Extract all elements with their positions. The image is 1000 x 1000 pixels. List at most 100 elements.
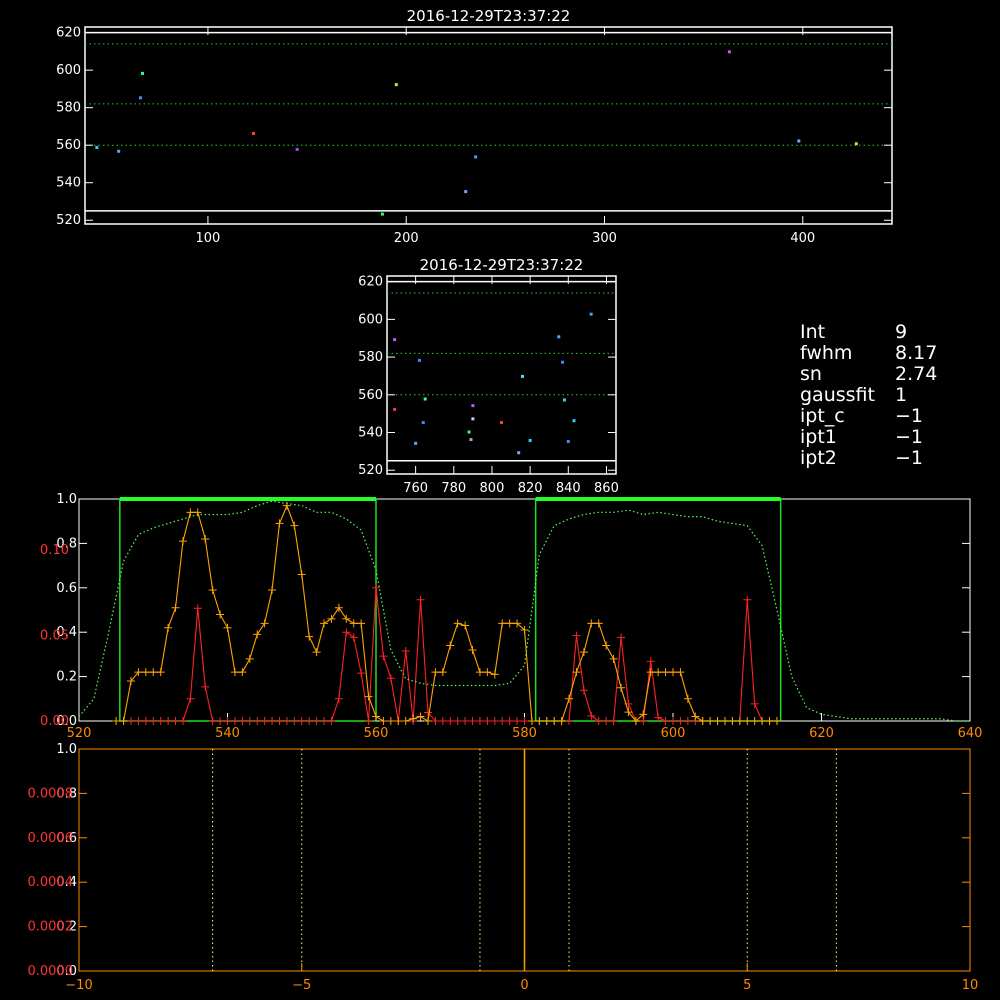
- y-tick-label: 540: [358, 426, 383, 441]
- series-marker: [490, 717, 499, 725]
- data-point: [95, 146, 99, 150]
- series-marker: [320, 619, 329, 628]
- plot-frame: [78, 498, 971, 722]
- series-marker: [602, 717, 611, 725]
- series-marker: [149, 717, 158, 725]
- series-marker: [483, 668, 492, 677]
- series-marker: [193, 604, 202, 613]
- series-marker: [201, 534, 210, 543]
- series-marker: [119, 717, 128, 725]
- data-point: [141, 71, 145, 75]
- y-tick-label: 520: [56, 213, 81, 228]
- series-marker: [253, 630, 262, 639]
- series-marker: [438, 717, 447, 725]
- series-marker: [683, 694, 692, 703]
- series-marker: [268, 586, 277, 595]
- data-point: [414, 441, 418, 445]
- series-marker: [223, 717, 232, 725]
- series-marker: [669, 717, 677, 725]
- series-marker: [669, 668, 677, 677]
- series-marker: [401, 717, 410, 725]
- x-tick-label: 100: [196, 231, 221, 246]
- series-marker: [498, 717, 507, 725]
- series-marker: [156, 717, 165, 725]
- data-point: [393, 407, 397, 411]
- series-marker: [743, 717, 752, 725]
- y-tick-label-red: 0.10: [40, 543, 69, 558]
- series-marker: [513, 717, 522, 725]
- y-tick-label-red: 0.00: [40, 714, 69, 729]
- plot-frame: [386, 275, 617, 475]
- y-tick-label: 540: [56, 176, 81, 191]
- data-point: [471, 404, 475, 408]
- series-marker: [617, 683, 626, 692]
- series-marker: [461, 717, 470, 725]
- series-marker: [587, 711, 596, 720]
- series-marker: [743, 595, 752, 604]
- x-tick-label: 820: [518, 481, 543, 496]
- series-marker: [394, 717, 403, 725]
- y-tick-label: 560: [56, 138, 81, 153]
- series-line: [78, 500, 970, 722]
- series-marker: [409, 714, 418, 723]
- series-marker: [713, 717, 722, 725]
- data-point: [854, 142, 858, 146]
- series-marker: [557, 717, 566, 725]
- data-point: [469, 438, 473, 442]
- series-marker: [223, 623, 232, 632]
- info-key: sn: [800, 363, 822, 385]
- x-tick-label: −10: [65, 978, 92, 993]
- series-marker: [379, 652, 388, 661]
- data-point: [566, 439, 570, 443]
- y-tick-label-red: 0.0008: [28, 786, 74, 801]
- info-row-sn: sn 2.74: [800, 364, 990, 385]
- info-row-ipt-c: ipt_c −1: [800, 406, 990, 427]
- series-marker: [468, 717, 477, 725]
- series-marker: [364, 717, 373, 725]
- series-marker: [505, 619, 514, 628]
- y-tick-label: 600: [56, 63, 81, 78]
- series-marker: [372, 712, 380, 721]
- series-marker: [423, 717, 432, 725]
- series-marker: [386, 674, 395, 683]
- x-tick-label: 560: [364, 726, 389, 741]
- series-marker: [134, 717, 143, 725]
- y-tick-label-red: 0.0000: [28, 964, 74, 979]
- data-point: [252, 131, 256, 135]
- x-tick-label: 580: [512, 726, 537, 741]
- x-tick-label: 10: [962, 978, 979, 993]
- series-marker: [297, 570, 306, 579]
- series-marker: [112, 717, 121, 725]
- series-marker: [386, 717, 395, 725]
- info-key: fwhm: [800, 342, 853, 364]
- info-value: 8.17: [895, 342, 938, 364]
- x-tick-label: 620: [809, 726, 834, 741]
- info-key: gaussfit: [800, 384, 875, 406]
- series-marker: [349, 619, 358, 628]
- series-marker: [342, 614, 351, 623]
- series-marker: [357, 619, 366, 628]
- info-value: 9: [895, 321, 908, 343]
- x-tick-label: 540: [215, 726, 240, 741]
- series-marker: [750, 699, 759, 708]
- y-tick-label: 580: [358, 350, 383, 365]
- series-marker: [320, 717, 329, 725]
- x-tick-label: 600: [661, 726, 686, 741]
- x-tick-label: 200: [394, 231, 419, 246]
- series-marker: [750, 717, 759, 725]
- x-tick-label: 520: [67, 726, 92, 741]
- x-tick-label: 840: [556, 481, 581, 496]
- data-point: [421, 421, 425, 425]
- series-marker: [535, 717, 544, 725]
- series-marker: [312, 648, 321, 657]
- series-marker: [201, 682, 210, 691]
- series-marker: [171, 717, 180, 725]
- plot-title: 2016-12-29T23:37:22: [407, 7, 571, 25]
- series-marker: [468, 645, 477, 654]
- y-tick-label: 520: [358, 463, 383, 478]
- series-marker: [720, 717, 729, 725]
- series-marker: [238, 717, 247, 725]
- data-point: [474, 155, 478, 159]
- series-marker: [661, 717, 670, 725]
- series-marker: [453, 717, 462, 725]
